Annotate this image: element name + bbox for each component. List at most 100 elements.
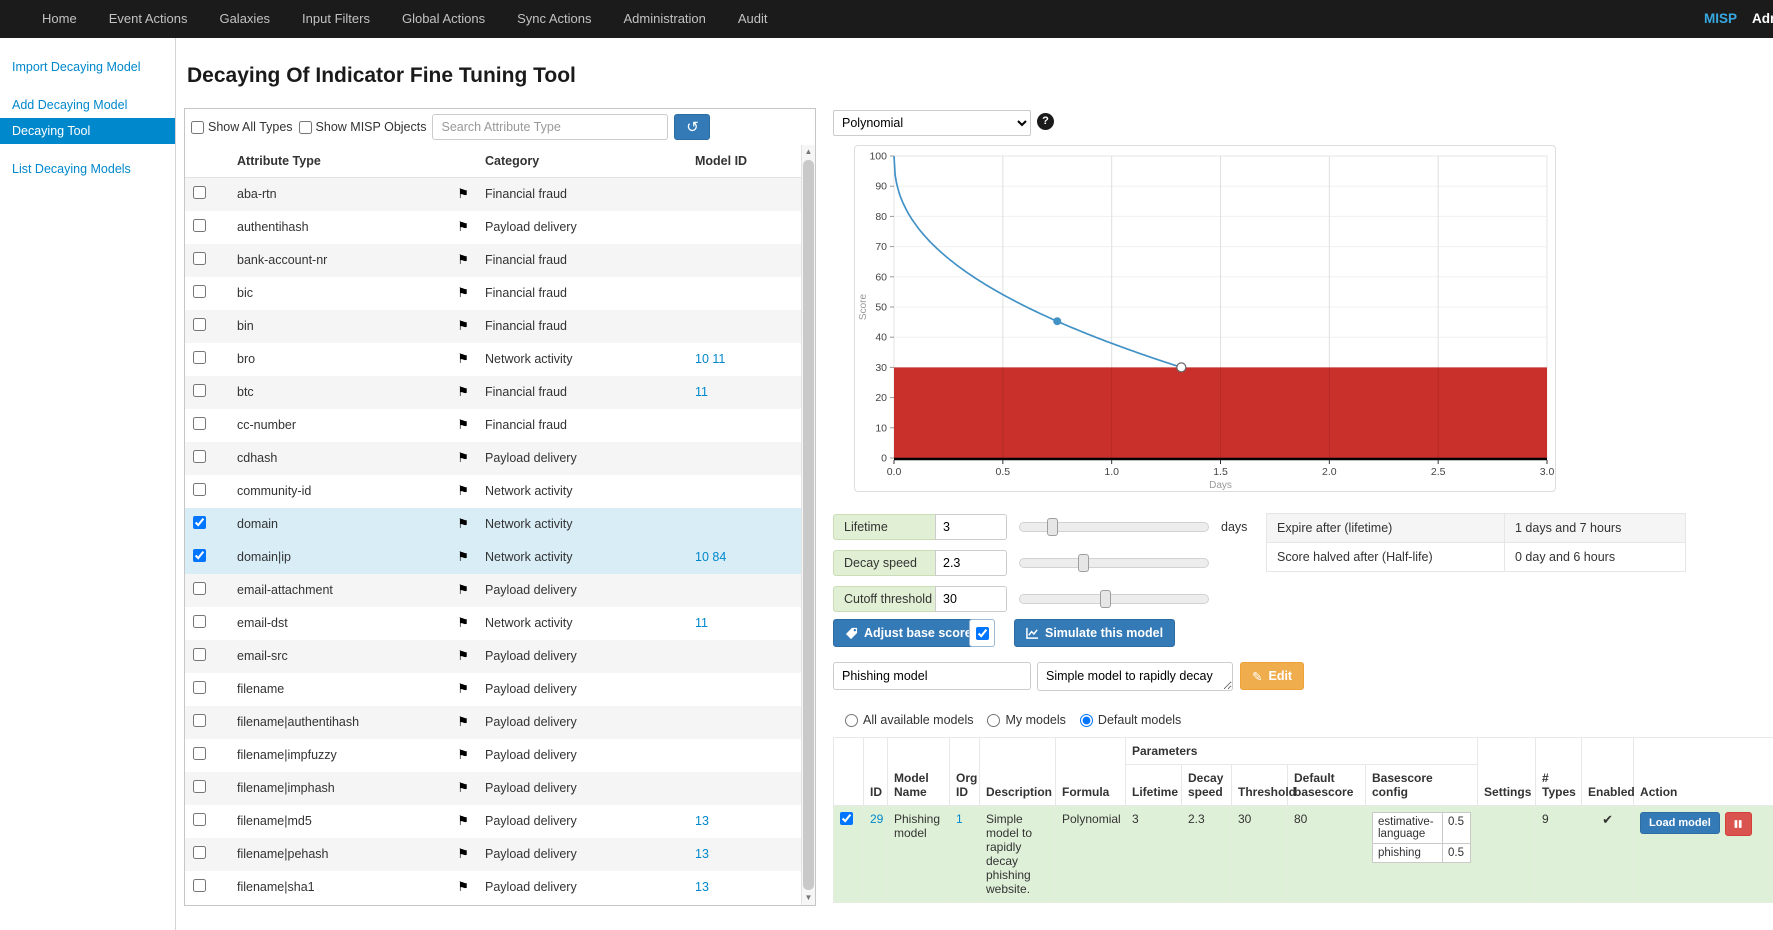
attribute-row[interactable]: filename|imphash⚑Payload delivery [185, 772, 802, 805]
flag-icon[interactable]: ⚑ [457, 351, 469, 367]
misp-brand[interactable]: MISP [1704, 0, 1737, 38]
model-name-input[interactable] [833, 662, 1031, 690]
attribute-row-checkbox[interactable] [193, 813, 206, 826]
attribute-row[interactable]: bin⚑Financial fraud [185, 310, 802, 343]
nav-item-event-actions[interactable]: Event Actions [93, 0, 204, 38]
attribute-row-checkbox[interactable] [193, 384, 206, 397]
attribute-row-checkbox[interactable] [193, 285, 206, 298]
model-filter-radio[interactable] [845, 714, 858, 727]
attribute-row[interactable]: domain|ip⚑Network activity10 84 [185, 541, 802, 574]
help-icon[interactable]: ? [1037, 113, 1054, 130]
decay-speed-slider[interactable] [1019, 558, 1209, 568]
adjust-base-score-checkbox[interactable] [976, 627, 989, 640]
attribute-row[interactable]: filename|pehash⚑Payload delivery13 [185, 838, 802, 871]
attribute-row[interactable]: filename⚑Payload delivery [185, 673, 802, 706]
attribute-row-checkbox[interactable] [193, 846, 206, 859]
flag-icon[interactable]: ⚑ [457, 813, 469, 829]
attribute-row-checkbox[interactable] [193, 219, 206, 232]
nav-item-galaxies[interactable]: Galaxies [203, 0, 286, 38]
model-id-link[interactable]: 29 [870, 812, 883, 826]
load-model-button[interactable]: Load model [1640, 812, 1720, 834]
attribute-row[interactable]: filename|authentihash⚑Payload delivery [185, 706, 802, 739]
sidebar-item-add-decaying-model[interactable]: Add Decaying Model [0, 92, 175, 118]
sidebar-item-list-decaying-models[interactable]: List Decaying Models [0, 156, 175, 182]
flag-icon[interactable]: ⚑ [457, 648, 469, 664]
attribute-row[interactable]: email-src⚑Payload delivery [185, 640, 802, 673]
adjust-base-score-button[interactable]: Adjust base score [833, 619, 984, 647]
cutoff-threshold-value-input[interactable] [935, 586, 1007, 612]
model-id-link[interactable]: 11 [695, 616, 708, 630]
attribute-row-checkbox[interactable] [193, 681, 206, 694]
attribute-row-checkbox[interactable] [193, 582, 206, 595]
nav-user-menu[interactable]: Admin [1752, 0, 1773, 38]
model-description-textarea[interactable]: Simple model to rapidly decay [1037, 662, 1233, 691]
attribute-row-checkbox[interactable] [193, 516, 206, 529]
attribute-row[interactable]: cdhash⚑Payload delivery [185, 442, 802, 475]
lifetime-slider[interactable] [1019, 522, 1209, 532]
attribute-row[interactable]: filename|sha1⚑Payload delivery13 [185, 871, 802, 904]
flag-icon[interactable]: ⚑ [457, 483, 469, 499]
sidebar-item-decaying-tool[interactable]: Decaying Tool [0, 118, 175, 144]
flag-icon[interactable]: ⚑ [457, 384, 469, 400]
attribute-row[interactable]: email-dst⚑Network activity11 [185, 607, 802, 640]
attribute-row-checkbox[interactable] [193, 714, 206, 727]
nav-item-home[interactable]: Home [26, 0, 93, 38]
attribute-row[interactable]: filename|md5⚑Payload delivery13 [185, 805, 802, 838]
flag-icon[interactable]: ⚑ [457, 747, 469, 763]
flag-icon[interactable]: ⚑ [457, 714, 469, 730]
nav-item-sync-actions[interactable]: Sync Actions [501, 0, 607, 38]
flag-icon[interactable]: ⚑ [457, 252, 469, 268]
attribute-row-checkbox[interactable] [193, 780, 206, 793]
attribute-row-checkbox[interactable] [193, 879, 206, 892]
attribute-row-checkbox[interactable] [193, 549, 206, 562]
attribute-row-checkbox[interactable] [193, 450, 206, 463]
attribute-row[interactable]: cc-number⚑Financial fraud [185, 409, 802, 442]
lifetime-value-input[interactable] [935, 514, 1007, 540]
sidebar-item-import-decaying-model[interactable]: Import Decaying Model [0, 54, 175, 80]
model-id-link[interactable]: 13 [695, 814, 709, 828]
model-id-link[interactable]: 13 [695, 880, 709, 894]
decay-speed-value-input[interactable] [935, 550, 1007, 576]
flag-icon[interactable]: ⚑ [457, 219, 469, 235]
flag-icon[interactable]: ⚑ [457, 846, 469, 862]
attribute-row-checkbox[interactable] [193, 747, 206, 760]
attribute-row-checkbox[interactable] [193, 318, 206, 331]
flag-icon[interactable]: ⚑ [457, 516, 469, 532]
scroll-up-icon[interactable]: ▲ [802, 145, 815, 159]
attribute-row-checkbox[interactable] [193, 648, 206, 661]
model-id-link[interactable]: 10 84 [695, 550, 726, 564]
attribute-row[interactable]: btc⚑Financial fraud11 [185, 376, 802, 409]
flag-icon[interactable]: ⚑ [457, 582, 469, 598]
attribute-row[interactable]: domain⚑Network activity [185, 508, 802, 541]
attribute-row[interactable]: email-attachment⚑Payload delivery [185, 574, 802, 607]
model-filter-radio[interactable] [1080, 714, 1093, 727]
attribute-row-checkbox[interactable] [193, 351, 206, 364]
attribute-row-checkbox[interactable] [193, 252, 206, 265]
attribute-row[interactable]: authentihash⚑Payload delivery [185, 211, 802, 244]
nav-item-administration[interactable]: Administration [608, 0, 722, 38]
model-id-link[interactable]: 13 [695, 847, 709, 861]
attribute-row[interactable]: bank-account-nr⚑Financial fraud [185, 244, 802, 277]
refresh-button[interactable]: ↺ [674, 114, 710, 140]
model-row-checkbox[interactable] [840, 812, 853, 825]
flag-icon[interactable]: ⚑ [457, 186, 469, 202]
scrollbar-thumb[interactable] [803, 160, 814, 890]
attribute-row[interactable]: community-id⚑Network activity [185, 475, 802, 508]
nav-item-global-actions[interactable]: Global Actions [386, 0, 501, 38]
attribute-row[interactable]: filename|impfuzzy⚑Payload delivery [185, 739, 802, 772]
model-row[interactable]: 29Phishing model1Simple model to rapidly… [834, 806, 1773, 903]
show-all-types-checkbox[interactable] [191, 121, 204, 134]
edit-model-button[interactable]: ✎ Edit [1240, 662, 1304, 690]
flag-icon[interactable]: ⚑ [457, 285, 469, 301]
search-attribute-type-input[interactable] [432, 114, 668, 140]
pause-model-button[interactable] [1725, 812, 1752, 836]
flag-icon[interactable]: ⚑ [457, 780, 469, 796]
flag-icon[interactable]: ⚑ [457, 681, 469, 697]
attribute-row[interactable]: bro⚑Network activity10 11 [185, 343, 802, 376]
show-misp-objects-option[interactable]: Show MISP Objects [299, 120, 427, 134]
model-filter-all-available-models[interactable]: All available models [845, 713, 973, 727]
show-misp-objects-checkbox[interactable] [299, 121, 312, 134]
model-filter-radio[interactable] [987, 714, 1000, 727]
attribute-table-scrollbar[interactable]: ▲ ▼ [801, 145, 815, 905]
attribute-row[interactable]: bic⚑Financial fraud [185, 277, 802, 310]
